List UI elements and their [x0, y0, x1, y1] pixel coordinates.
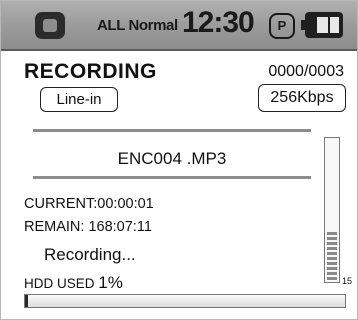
hdd-usage-bar — [24, 294, 346, 308]
hdd-usage-label: HDD USED 1% — [24, 273, 123, 293]
hdd-used-text: HDD USED — [24, 276, 95, 291]
level-segment — [327, 237, 337, 240]
clock: 12:30 — [182, 6, 255, 39]
remaining-time: REMAIN: 168:07:11 — [24, 219, 152, 235]
level-segment — [327, 252, 337, 255]
input-source-badge[interactable]: Line-in — [40, 87, 118, 112]
hdd-usage-fill — [25, 295, 29, 307]
input-level-meter — [324, 137, 340, 283]
recording-status: Recording... — [44, 245, 136, 264]
current-time: CURRENT:00:00:01 — [24, 196, 154, 212]
level-segment — [327, 257, 337, 260]
level-segment — [327, 262, 337, 265]
battery-icon — [301, 12, 347, 38]
level-segment — [327, 272, 337, 275]
status-bar: ALL Normal 12:30 P — [1, 1, 357, 51]
eq-mode: ALL Normal — [97, 17, 178, 34]
level-segment — [327, 267, 337, 270]
level-segment — [327, 242, 337, 245]
input-level-value: 15 — [342, 276, 353, 286]
bitrate-badge[interactable]: 256Kbps — [258, 84, 346, 112]
level-segment — [327, 247, 337, 250]
hold-lock-icon — [35, 12, 65, 39]
divider-bottom — [33, 176, 311, 179]
divider-top — [33, 129, 311, 132]
recording-filename: ENC004 .MP3 — [117, 149, 227, 168]
screen-title: RECORDING — [24, 60, 157, 83]
level-segment — [327, 232, 337, 235]
file-counter: 0000/0003 — [268, 63, 344, 80]
level-segment — [327, 277, 337, 280]
play-mode-icon: P — [269, 13, 295, 39]
hdd-used-percent: 1% — [98, 273, 123, 292]
